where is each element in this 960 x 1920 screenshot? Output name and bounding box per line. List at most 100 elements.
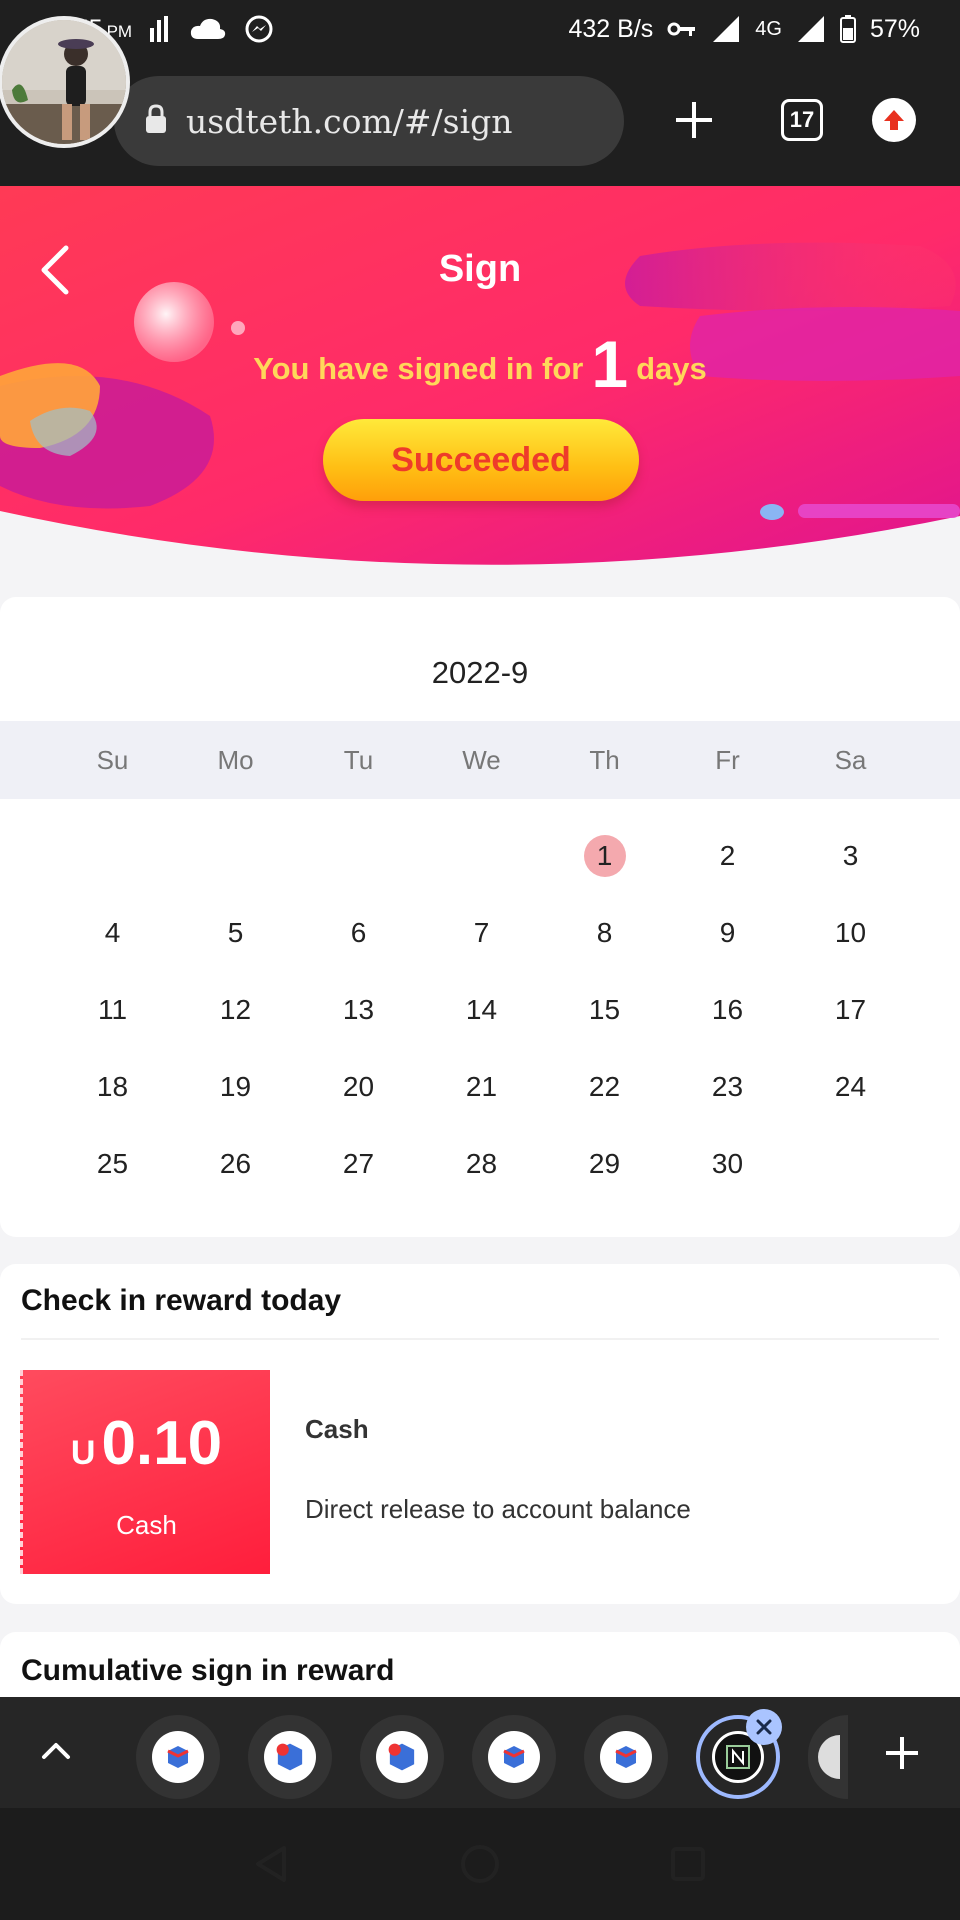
calendar-days: 1 2 3 4 5 6 7 8 9 10 11 12 13 14 15 16 17 18 19 20 21 22 23 24 2… (51, 817, 912, 1202)
tab-switcher-button[interactable]: 17 (774, 92, 830, 148)
calendar-day-number: 23 (711, 1070, 744, 1102)
close-icon (756, 1719, 772, 1735)
signed-suffix: days (636, 351, 707, 386)
address-bar[interactable]: usdteth.com/#/sign (114, 76, 624, 166)
calendar-day-number: 2 (719, 839, 736, 871)
calendar-day-number: 20 (342, 1070, 375, 1102)
circle-home-icon (461, 1845, 499, 1883)
chat-head-avatar[interactable] (0, 16, 130, 148)
signed-prefix: You have signed in for (253, 351, 584, 386)
calendar-day-number: 19 (219, 1070, 252, 1102)
page-title: Sign (438, 248, 522, 290)
calendar-day: 3 (789, 817, 912, 894)
close-tab-button[interactable] (746, 1709, 782, 1745)
calendar-day: 21 (420, 1048, 543, 1125)
site-favicon-icon (152, 1731, 204, 1783)
calendar-day-number: 22 (588, 1070, 621, 1102)
calendar-day-number: 28 (465, 1147, 498, 1179)
calendar-day: 28 (420, 1125, 543, 1202)
calendar-month: 2022-9 (431, 655, 529, 690)
nav-back-button[interactable] (248, 1840, 296, 1888)
triangle-back-icon (256, 1846, 286, 1882)
new-tab-button[interactable] (666, 92, 722, 148)
chevron-up-icon (42, 1743, 70, 1759)
browser-toolbar: usdteth.com/#/sign 17 (0, 58, 960, 186)
divider (21, 1338, 939, 1340)
weekday-label: Mo (217, 745, 254, 775)
nav-home-button[interactable] (456, 1840, 504, 1888)
sign-status-button[interactable]: Succeeded (323, 419, 639, 501)
calendar-day: 6 (297, 894, 420, 971)
calendar-day: 11 (51, 971, 174, 1048)
calendar-day-number: 13 (342, 993, 375, 1025)
calendar-empty-cell (51, 817, 174, 894)
tab-strip (0, 1697, 960, 1808)
lock-icon (144, 103, 168, 139)
calendar-day-number: 27 (342, 1147, 375, 1179)
calendar-day: 19 (174, 1048, 297, 1125)
calendar-day-number: 26 (219, 1147, 252, 1179)
tab-thumbnail[interactable] (360, 1715, 444, 1799)
active-tab-thumbnail[interactable] (696, 1709, 782, 1799)
calendar-day-number: 14 (465, 993, 498, 1025)
cloud-icon (190, 17, 226, 41)
calendar-day-number: 7 (473, 916, 490, 948)
weekday-label: Su (96, 745, 129, 775)
calendar-day: 14 (420, 971, 543, 1048)
sim1-signal-icon (711, 14, 741, 44)
expand-tabs-button[interactable] (36, 1731, 76, 1771)
calendar-day-number: 15 (588, 993, 621, 1025)
calendar-empty-cell (420, 817, 543, 894)
calendar-day: 22 (543, 1048, 666, 1125)
calendar-day-number: 9 (719, 916, 736, 948)
status-bar: 10:55PM 432 B/s 4G (0, 0, 960, 58)
tab-thumbnail[interactable] (248, 1715, 332, 1799)
calendar-day-number: 3 (842, 839, 859, 871)
cumulative-reward-title: Cumulative sign in reward (21, 1654, 395, 1687)
signed-summary: You have signed in for 1 days (0, 326, 960, 402)
square-recents-icon (671, 1847, 705, 1881)
network-speed: 432 B/s (568, 14, 654, 43)
calendar-day-number: 10 (834, 916, 867, 948)
vpn-key-icon (667, 20, 697, 38)
tab-thumbnail[interactable] (472, 1715, 556, 1799)
calendar-day-number: 30 (711, 1147, 744, 1179)
nav-recents-button[interactable] (664, 1840, 712, 1888)
coupon-amount: U0.10 (23, 1408, 270, 1479)
calendar-day: 20 (297, 1048, 420, 1125)
coupon-label: Cash (116, 1510, 177, 1540)
calendar-day-number: 16 (711, 993, 744, 1025)
calendar-day: 29 (543, 1125, 666, 1202)
update-button[interactable] (866, 92, 922, 148)
calendar-day: 16 (666, 971, 789, 1048)
calendar-day: 12 (174, 971, 297, 1048)
calendar-day-number: 5 (227, 916, 244, 948)
calendar-day-number: 11 (97, 993, 128, 1025)
signal-bars-icon (150, 16, 172, 42)
tab-thumbnail[interactable] (136, 1715, 220, 1799)
url-text: usdteth.com/#/sign (186, 101, 513, 141)
calendar-day: 17 (789, 971, 912, 1048)
calendar-day: 4 (51, 894, 174, 971)
messenger-icon (244, 14, 274, 44)
calendar-day: 7 (420, 894, 543, 971)
calendar-day: 2 (666, 817, 789, 894)
calendar-empty-cell (174, 817, 297, 894)
calendar-day-number: 8 (596, 916, 613, 948)
calendar-day: 15 (543, 971, 666, 1048)
reward-description: Direct release to account balance (305, 1494, 691, 1524)
weekday-label: Tu (343, 745, 374, 775)
site-favicon-icon (818, 1735, 840, 1779)
plus-icon (676, 102, 712, 138)
calendar-day: 18 (51, 1048, 174, 1125)
system-nav-bar (0, 1808, 960, 1920)
calendar-day-number: 12 (219, 993, 252, 1025)
tab-thumbnail[interactable] (584, 1715, 668, 1799)
sim2-signal-icon (796, 14, 826, 44)
calendar-day: 25 (51, 1125, 174, 1202)
add-tab-button[interactable] (880, 1731, 924, 1775)
weekday-label: Sa (834, 745, 867, 775)
tab-thumbnail-partial[interactable] (808, 1715, 848, 1799)
site-favicon-icon (264, 1731, 316, 1783)
upload-arrow-icon (872, 98, 916, 142)
